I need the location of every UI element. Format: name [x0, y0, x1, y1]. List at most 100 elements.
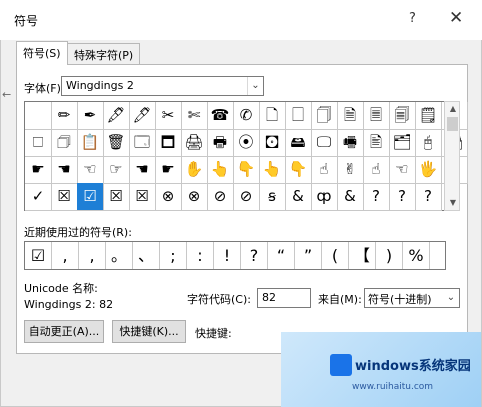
recent-symbol-cell[interactable]: %: [403, 242, 430, 269]
symbol-cell[interactable]: ☒: [129, 183, 156, 211]
symbol-cell[interactable]: ✂: [155, 102, 182, 130]
shortcut-key-label: 快捷键:: [195, 327, 232, 340]
symbol-cell[interactable]: ȹ: [311, 183, 338, 211]
chevron-down-icon[interactable]: ⌄: [247, 77, 263, 95]
symbol-cell[interactable]: 🖶: [207, 129, 234, 157]
symbol-cell[interactable]: 🗎: [337, 102, 364, 130]
symbol-cell[interactable]: ☜: [389, 156, 416, 184]
symbol-cell[interactable]: ☚: [129, 156, 156, 184]
windows-logo-icon: [330, 354, 352, 376]
grid-scrollbar[interactable]: ▲ ▼: [444, 101, 460, 211]
symbol-cell[interactable]: 🖋: [103, 102, 130, 130]
symbol-cell[interactable]: ✒: [77, 102, 104, 130]
scroll-up-icon[interactable]: ▲: [446, 102, 460, 116]
recent-symbol-cell[interactable]: ☑: [25, 242, 52, 269]
symbol-cell[interactable]: 🗖: [155, 129, 182, 157]
tab-symbols[interactable]: 符号(S): [16, 41, 68, 65]
symbol-cell[interactable]: 👇: [285, 156, 312, 184]
symbol-cell[interactable]: 🖨: [181, 129, 208, 157]
symbol-cell[interactable]: 👆: [207, 156, 234, 184]
recent-symbol-cell[interactable]: 【: [349, 242, 376, 269]
recent-symbol-cell[interactable]: :: [187, 242, 214, 269]
recent-symbol-cell[interactable]: 。: [106, 242, 133, 269]
symbol-cell[interactable]: ☛: [25, 156, 52, 184]
symbol-cell[interactable]: ✄: [181, 102, 208, 130]
symbol-cell[interactable]: 🖹: [363, 129, 390, 157]
symbol-cell[interactable]: 🗑: [103, 129, 130, 157]
symbol-cell[interactable]: 🖊: [129, 102, 156, 130]
symbol-cell[interactable]: ?: [389, 183, 416, 211]
symbol-cell[interactable]: ꞩ: [259, 183, 286, 211]
symbol-cell[interactable]: 🖴: [285, 129, 312, 157]
char-code-value: 82: [262, 291, 276, 304]
symbol-cell[interactable]: ☛: [155, 156, 182, 184]
symbol-cell[interactable]: ⊗: [181, 183, 208, 211]
symbol-cell[interactable]: ☒: [103, 183, 130, 211]
symbol-cell[interactable]: ⊘: [233, 183, 260, 211]
symbol-cell[interactable]: ☎: [207, 102, 234, 130]
symbol-cell[interactable]: 🗇: [51, 129, 78, 157]
symbol-cell[interactable]: 📋: [77, 129, 104, 157]
symbol-cell[interactable]: 🗒: [415, 102, 442, 130]
watermark-brand: windows系统家园: [355, 359, 471, 374]
recent-symbol-cell[interactable]: ): [376, 242, 403, 269]
symbol-cell[interactable]: 🗂: [389, 129, 416, 157]
symbol-cell[interactable]: 🗐: [389, 102, 416, 130]
symbol-cell[interactable]: ☑: [77, 183, 104, 211]
close-button[interactable]: ✕: [449, 8, 463, 28]
recent-symbol-cell[interactable]: ?: [241, 242, 268, 269]
symbol-cell[interactable]: 🗋: [259, 102, 286, 130]
symbol-cell[interactable]: ☝: [311, 156, 338, 184]
unicode-name-value: Wingdings 2: 82: [24, 298, 114, 311]
symbol-cell[interactable]: ☜: [77, 156, 104, 184]
symbol-cell[interactable]: ✋: [181, 156, 208, 184]
symbol-cell[interactable]: 🖐: [415, 156, 442, 184]
symbol-cell[interactable]: 🖷: [337, 129, 364, 157]
symbol-cell[interactable]: ?: [415, 183, 442, 211]
recent-symbol-cell[interactable]: “: [268, 242, 295, 269]
chevron-down-icon[interactable]: ⌄: [443, 289, 459, 307]
font-value: Wingdings 2: [66, 79, 134, 92]
symbol-cell[interactable]: ✌: [337, 156, 364, 184]
symbol-cell[interactable]: 🗍: [311, 102, 338, 130]
symbol-cell[interactable]: [25, 102, 52, 130]
symbol-cell[interactable]: ✏: [51, 102, 78, 130]
scroll-thumb[interactable]: [447, 117, 458, 131]
symbol-cell[interactable]: ⦿: [233, 129, 260, 157]
char-code-label: 字符代码(C):: [187, 293, 251, 306]
symbol-cell[interactable]: ☚: [51, 156, 78, 184]
symbol-cell[interactable]: ⊗: [155, 183, 182, 211]
from-label: 来自(M):: [318, 293, 362, 306]
symbol-cell[interactable]: ☞: [103, 156, 130, 184]
symbol-cell[interactable]: 🖵: [311, 129, 338, 157]
recent-symbol-cell[interactable]: ”: [295, 242, 322, 269]
tab-special-characters[interactable]: 特殊字符(P): [67, 43, 141, 65]
symbol-cell[interactable]: 🗌: [285, 102, 312, 130]
symbol-cell[interactable]: ?: [363, 183, 390, 211]
symbol-cell[interactable]: ✓: [25, 183, 52, 211]
symbol-cell[interactable]: &: [285, 183, 312, 211]
symbol-cell[interactable]: 🗏: [363, 102, 390, 130]
recent-symbol-cell[interactable]: (: [322, 242, 349, 269]
symbol-cell[interactable]: 👆: [259, 156, 286, 184]
help-button[interactable]: ?: [409, 11, 416, 26]
symbol-cell[interactable]: 🖸: [259, 129, 286, 157]
recent-symbol-cell[interactable]: ,: [52, 242, 79, 269]
symbol-cell[interactable]: 🖰: [415, 129, 442, 157]
symbol-cell[interactable]: &: [337, 183, 364, 211]
symbol-cell[interactable]: ☝: [363, 156, 390, 184]
symbol-cell[interactable]: ✆: [233, 102, 260, 130]
autocorrect-button[interactable]: 自动更正(A)...: [24, 320, 104, 343]
symbol-cell[interactable]: 🗆: [25, 129, 52, 157]
shortcut-key-button[interactable]: 快捷键(K)...: [112, 320, 186, 343]
symbol-cell[interactable]: 👇: [233, 156, 260, 184]
recent-symbol-cell[interactable]: ,: [79, 242, 106, 269]
symbol-cell[interactable]: ⊘: [207, 183, 234, 211]
symbol-cell[interactable]: 🗔: [129, 129, 156, 157]
recent-symbols: ☑,,。、;:!? “”(【)%: [24, 241, 446, 270]
recent-symbol-cell[interactable]: 、: [133, 242, 160, 269]
symbol-cell[interactable]: ☒: [51, 183, 78, 211]
scroll-down-icon[interactable]: ▼: [446, 196, 460, 210]
recent-symbol-cell[interactable]: !: [214, 242, 241, 269]
recent-symbol-cell[interactable]: ;: [160, 242, 187, 269]
